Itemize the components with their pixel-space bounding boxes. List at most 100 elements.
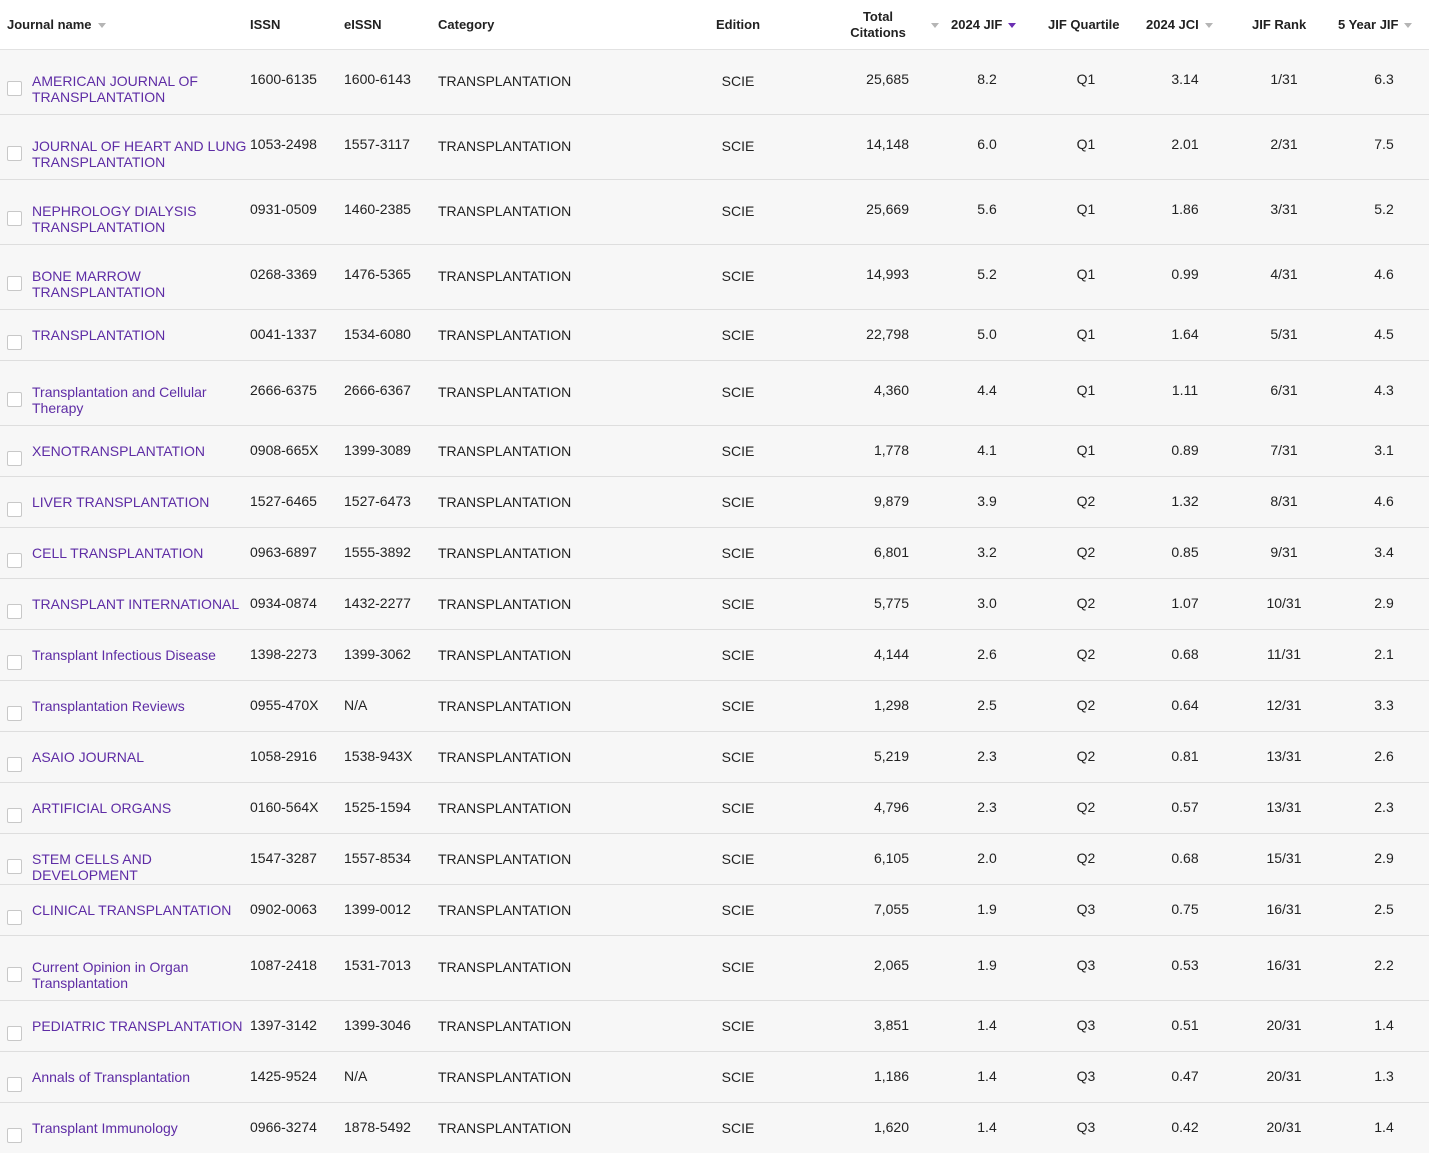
table-body: AMERICAN JOURNAL OF TRANSPLANTATION 1600-… [0,50,1429,1153]
journal-name-link[interactable]: CLINICAL TRANSPLANTATION [32,902,247,918]
jif-quartile-cell: Q3 [1076,901,1096,917]
header-jif-quartile: JIF Quartile [1048,0,1120,50]
total-citations-cell: 14,148 [866,136,909,152]
issn-cell: 1547-3287 [250,850,317,866]
journal-name-link[interactable]: Transplantation Reviews [32,698,247,714]
five-year-jif-cell: 2.2 [1374,957,1394,973]
table-row: BONE MARROW TRANSPLANTATION 0268-3369 1476… [0,245,1429,310]
jif-rank-cell: 9/31 [1270,544,1298,560]
row-checkbox[interactable] [7,808,22,823]
journal-name-link[interactable]: CELL TRANSPLANTATION [32,545,247,561]
category-cell: TRANSPLANTATION [438,1120,572,1136]
journal-name-link[interactable]: Transplantation and Cellular Therapy [32,384,247,416]
jif-cell: 6.0 [977,136,997,152]
journal-name-link[interactable]: Current Opinion in Organ Transplantation [32,959,247,991]
jif-quartile-cell: Q2 [1076,697,1096,713]
jif-rank-cell: 5/31 [1270,326,1298,342]
edition-cell: SCIE [721,959,755,975]
journal-name-link[interactable]: Transplant Immunology [32,1120,247,1136]
edition-cell: SCIE [721,902,755,918]
row-checkbox[interactable] [7,392,22,407]
row-checkbox[interactable] [7,1026,22,1041]
category-cell: TRANSPLANTATION [438,443,572,459]
row-checkbox[interactable] [7,706,22,721]
journal-name-link[interactable]: TRANSPLANT INTERNATIONAL [32,596,247,612]
jif-quartile-cell: Q1 [1076,442,1096,458]
row-checkbox[interactable] [7,967,22,982]
journal-name-link[interactable]: BONE MARROW TRANSPLANTATION [32,268,247,300]
jif-rank-cell: 15/31 [1266,850,1302,866]
journal-name-link[interactable]: NEPHROLOGY DIALYSIS TRANSPLANTATION [32,203,247,235]
journal-name-link[interactable]: Annals of Transplantation [32,1069,247,1085]
row-checkbox[interactable] [7,276,22,291]
sort-descending-icon[interactable] [1008,22,1017,28]
edition-cell: SCIE [721,443,755,459]
jif-rank-cell: 1/31 [1270,71,1298,87]
sort-icon[interactable] [1404,22,1413,28]
jif-rank-cell: 16/31 [1266,957,1302,973]
header-jif[interactable]: 2024 JIF [951,0,1017,50]
header-jci[interactable]: 2024 JCI [1146,0,1213,50]
issn-cell: 1053-2498 [250,136,317,152]
sort-icon[interactable] [931,22,939,28]
journal-name-link[interactable]: ARTIFICIAL ORGANS [32,800,247,816]
total-citations-cell: 6,105 [873,850,909,866]
journal-name-link[interactable]: Transplant Infectious Disease [32,647,247,663]
jif-rank-cell: 3/31 [1270,201,1298,217]
total-citations-cell: 4,144 [873,646,909,662]
row-checkbox[interactable] [7,1077,22,1092]
header-jif-rank-label: JIF Rank [1252,17,1307,32]
row-checkbox[interactable] [7,335,22,350]
category-cell: TRANSPLANTATION [438,327,572,343]
table-row: Transplant Infectious Disease 1398-2273 13… [0,630,1429,681]
row-checkbox[interactable] [7,146,22,161]
total-citations-cell: 9,879 [873,493,909,509]
journal-name-link[interactable]: XENOTRANSPLANTATION [32,443,247,459]
category-cell: TRANSPLANTATION [438,545,572,561]
journal-name-link[interactable]: JOURNAL OF HEART AND LUNG TRANSPLANTATIO… [32,138,247,170]
journal-name-link[interactable]: STEM CELLS AND DEVELOPMENT [32,851,247,883]
sort-icon[interactable] [97,22,106,28]
jif-cell: 5.2 [977,266,997,282]
row-checkbox[interactable] [7,553,22,568]
five-year-jif-cell: 1.4 [1374,1119,1394,1135]
jif-rank-cell: 10/31 [1266,595,1302,611]
category-cell: TRANSPLANTATION [438,959,572,975]
journal-name-link[interactable]: AMERICAN JOURNAL OF TRANSPLANTATION [32,73,247,105]
row-checkbox[interactable] [7,604,22,619]
row-checkbox[interactable] [7,655,22,670]
header-total-citations[interactable]: Total Citations [835,0,921,50]
header-five-year-jif[interactable]: 5 Year JIF [1338,0,1413,50]
jif-quartile-cell: Q1 [1076,326,1096,342]
journal-name-link[interactable]: LIVER TRANSPLANTATION [32,494,247,510]
eissn-cell: 1399-3046 [344,1017,411,1033]
sort-icon[interactable] [1204,22,1213,28]
header-journal-name[interactable]: Journal name [7,0,106,50]
journal-name-link[interactable]: ASAIO JOURNAL [32,749,247,765]
journal-name-link[interactable]: TRANSPLANTATION [32,327,247,343]
header-total-citations-sort[interactable] [925,0,939,50]
issn-cell: 0934-0874 [250,595,317,611]
row-checkbox[interactable] [7,859,22,874]
jif-quartile-cell: Q2 [1076,646,1096,662]
journal-name-link[interactable]: PEDIATRIC TRANSPLANTATION [32,1018,247,1034]
row-checkbox[interactable] [7,1128,22,1143]
eissn-cell: 1531-7013 [344,957,411,973]
row-checkbox[interactable] [7,211,22,226]
row-checkbox[interactable] [7,910,22,925]
jif-quartile-cell: Q1 [1076,201,1096,217]
total-citations-cell: 3,851 [873,1017,909,1033]
eissn-cell: N/A [344,1068,368,1084]
total-citations-cell: 1,620 [873,1119,909,1135]
five-year-jif-cell: 2.9 [1374,850,1394,866]
jif-cell: 1.4 [977,1017,997,1033]
row-checkbox[interactable] [7,502,22,517]
issn-cell: 0160-564X [250,799,319,815]
row-checkbox[interactable] [7,81,22,96]
eissn-cell: 1557-3117 [344,136,410,152]
table-row: TRANSPLANTATION 0041-1337 1534-6080 TRANSPL… [0,310,1429,361]
row-checkbox[interactable] [7,451,22,466]
jci-cell: 1.11 [1171,382,1199,398]
row-checkbox[interactable] [7,757,22,772]
issn-cell: 0955-470X [250,697,319,713]
